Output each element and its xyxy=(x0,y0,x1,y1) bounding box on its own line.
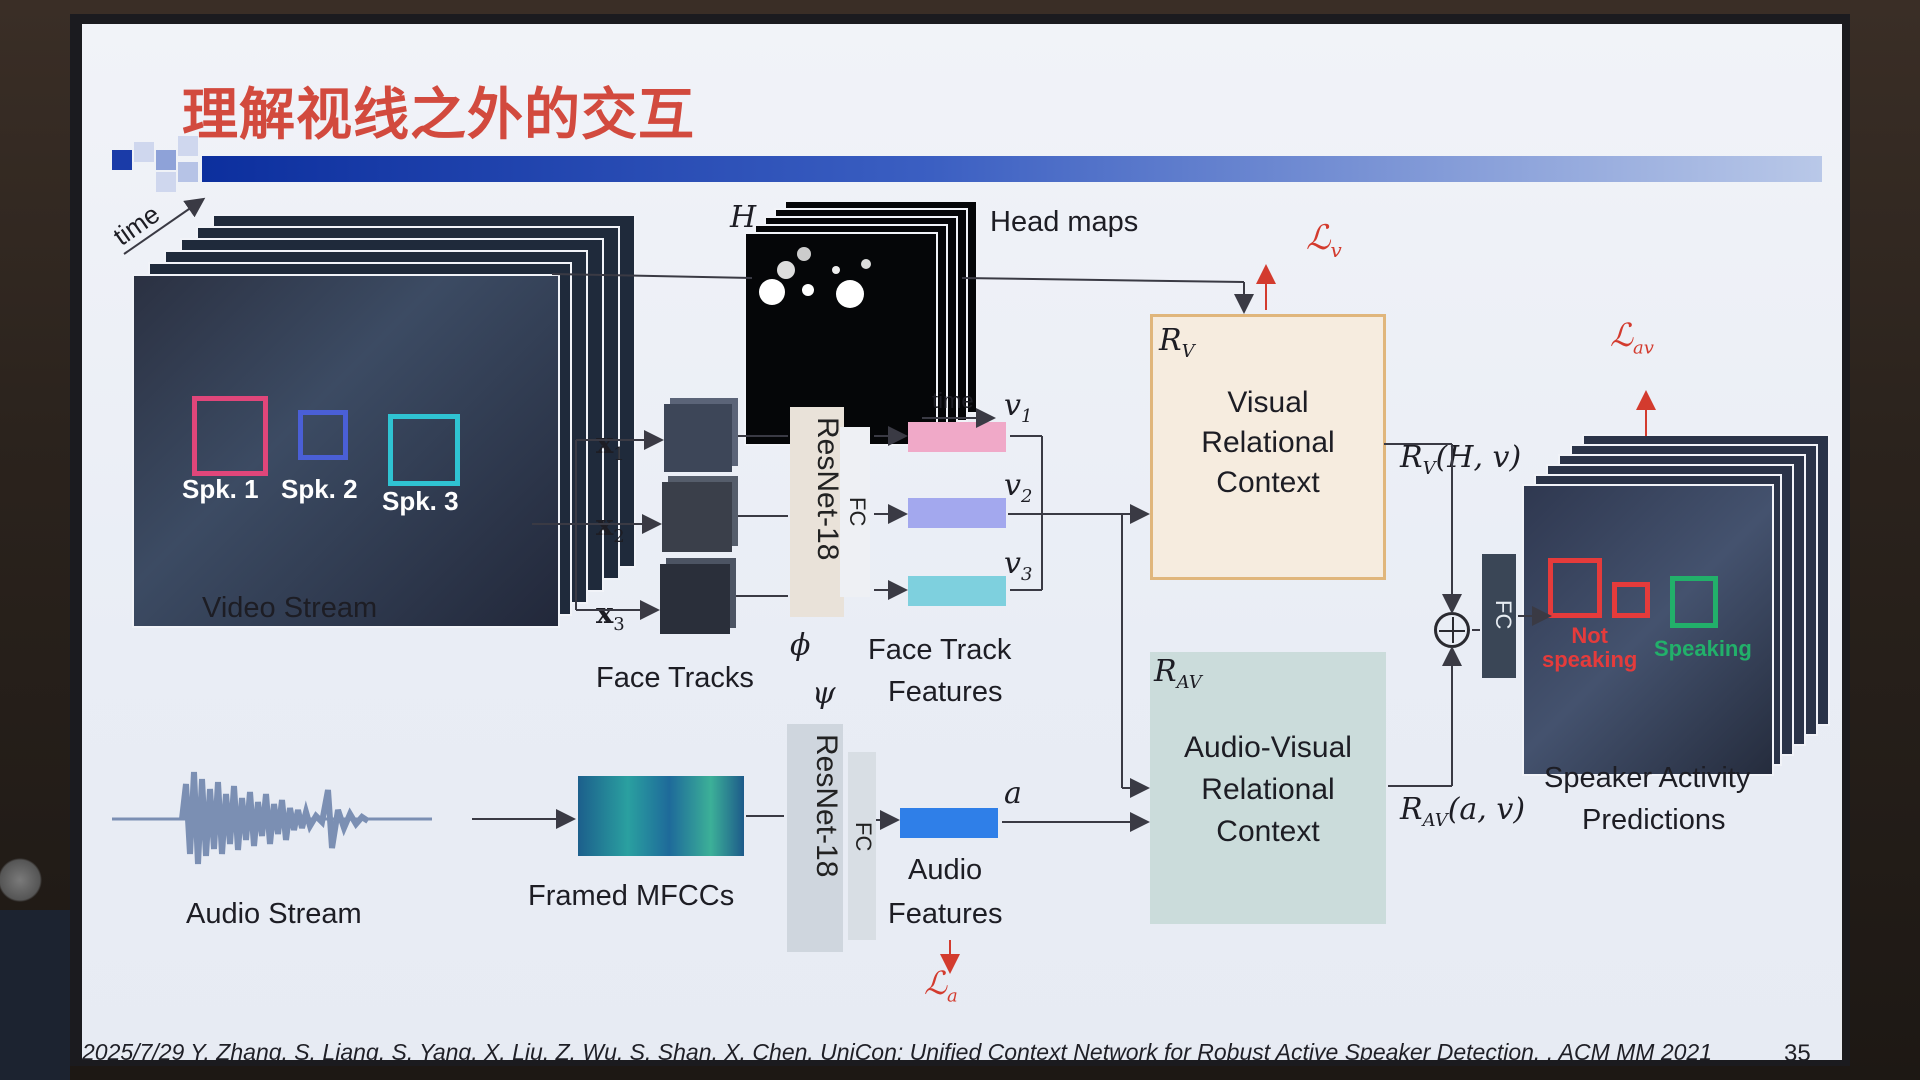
page-number: 35 xyxy=(1784,1040,1811,1060)
slide: 理解视线之外的交互 Spk. 1 Spk. 2 Spk. 3 time Vide… xyxy=(82,24,1842,1060)
presenter-silhouette xyxy=(0,850,70,1080)
diagram-arrows xyxy=(123,197,1656,974)
citation-footer: 2025/7/29 Y. Zhang, S. Liang, S. Yang, X… xyxy=(82,1039,1713,1060)
